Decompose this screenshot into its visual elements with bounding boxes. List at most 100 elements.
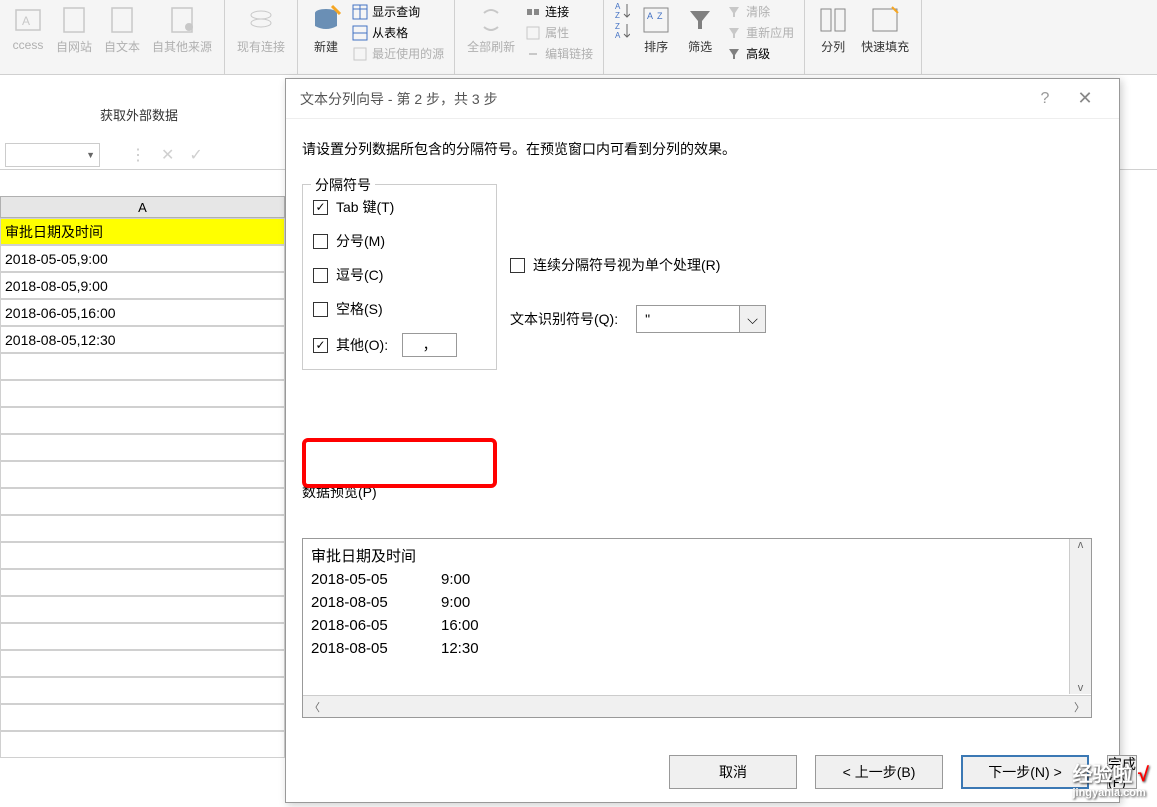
svg-text:Z: Z [657, 11, 663, 21]
space-checkbox-row[interactable]: 空格(S) [313, 299, 486, 319]
access-icon: A [12, 4, 44, 36]
edit-links-button[interactable]: 编辑链接 [523, 44, 595, 63]
next-button[interactable]: 下一步(N) > [961, 755, 1089, 789]
cell[interactable] [0, 569, 285, 596]
vertical-scrollbar[interactable]: ʌ v [1069, 539, 1091, 694]
cell[interactable] [0, 596, 285, 623]
cancel-button[interactable]: 取消 [669, 755, 797, 789]
spreadsheet: A 审批日期及时间 2018-05-05,9:00 2018-08-05,9:0… [0, 196, 285, 758]
reapply-button[interactable]: 重新应用 [724, 23, 796, 42]
links-icon [525, 46, 541, 62]
filter-button[interactable]: 筛选 [680, 2, 720, 63]
label: Tab 键(T) [336, 197, 394, 217]
cell[interactable] [0, 542, 285, 569]
ribbon-group-refresh: 全部刷新 连接 属性 编辑链接 [455, 0, 604, 74]
filter-icon [684, 4, 716, 36]
other-sources-button[interactable]: 自其他来源 [148, 2, 216, 57]
cell[interactable]: 2018-06-05,16:00 [0, 299, 285, 326]
other-delimiter-input[interactable] [402, 333, 457, 357]
confirm-formula-icon[interactable]: ✓ [189, 145, 202, 165]
from-web-button[interactable]: 自网站 [52, 2, 96, 57]
sort-az-button[interactable]: AZ [612, 2, 632, 20]
preview-row: 2018-06-0516:00 [311, 614, 1083, 637]
ribbon-group-sort: AZ ZA AZ 排序 筛选 清除 重新应用 高级 [604, 0, 805, 74]
label: 高级 [746, 45, 770, 62]
cell[interactable] [0, 380, 285, 407]
connections-button[interactable]: 连接 [523, 2, 595, 21]
ribbon-group-query: 新建 显示查询 从表格 最近使用的源 [298, 0, 455, 74]
preview-cell: 9:00 [441, 568, 470, 591]
svg-text:Z: Z [615, 22, 620, 31]
preview-cell: 2018-08-05 [311, 591, 441, 614]
label: 属性 [545, 24, 569, 41]
label: 自其他来源 [152, 38, 212, 55]
semicolon-checkbox-row[interactable]: 分号(M) [313, 231, 486, 251]
cell[interactable] [0, 434, 285, 461]
text-qualifier-select[interactable]: " ⌵ [636, 305, 766, 333]
preview-cell: 2018-08-05 [311, 637, 441, 660]
cell[interactable] [0, 704, 285, 731]
sort-za-button[interactable]: ZA [612, 22, 632, 40]
cell[interactable]: 2018-08-05,9:00 [0, 272, 285, 299]
refresh-all-button[interactable]: 全部刷新 [463, 2, 519, 63]
help-button[interactable]: ? [1025, 90, 1065, 108]
text-to-columns-button[interactable]: 分列 [813, 2, 853, 57]
cell[interactable]: 2018-05-05,9:00 [0, 245, 285, 272]
cell-header[interactable]: 审批日期及时间 [0, 218, 285, 245]
close-button[interactable]: ✕ [1065, 88, 1105, 109]
cell[interactable] [0, 731, 285, 758]
scroll-left-icon: 〈 [309, 699, 320, 715]
check-icon: √ [1138, 764, 1149, 786]
sort-button[interactable]: AZ 排序 [636, 2, 676, 63]
consecutive-checkbox-row[interactable]: 连续分隔符号视为单个处理(R) [510, 255, 766, 275]
dialog-title: 文本分列向导 - 第 2 步，共 3 步 [300, 89, 1025, 109]
clear-icon [726, 4, 742, 20]
preview-header-row: 审批日期及时间 [311, 545, 1083, 568]
new-query-button[interactable]: 新建 [306, 2, 346, 63]
name-box[interactable]: ▼ [5, 143, 100, 167]
grid-icon [352, 4, 368, 20]
flash-fill-button[interactable]: 快速填充 [857, 2, 913, 57]
checkbox-icon: ✓ [313, 200, 328, 215]
sort-za-icon: ZA [614, 23, 630, 39]
from-text-button[interactable]: 自文本 [100, 2, 144, 57]
cell[interactable] [0, 353, 285, 380]
checkbox-icon [510, 258, 525, 273]
properties-button[interactable]: 属性 [523, 23, 595, 42]
chevron-down-icon: ▼ [86, 150, 95, 160]
back-button[interactable]: < 上一步(B) [815, 755, 943, 789]
cell[interactable]: 2018-08-05,12:30 [0, 326, 285, 353]
from-access-button[interactable]: A ccess [8, 2, 48, 57]
cancel-formula-icon[interactable]: ✕ [161, 145, 174, 165]
ribbon-section-label: 获取外部数据 [100, 105, 178, 124]
cell[interactable] [0, 488, 285, 515]
show-query-button[interactable]: 显示查询 [350, 2, 446, 21]
tab-checkbox-row[interactable]: ✓ Tab 键(T) [313, 197, 486, 217]
ribbon-group-external: A ccess 自网站 自文本 自其他来源 [0, 0, 225, 74]
text-to-columns-icon [817, 4, 849, 36]
preview-cell: 12:30 [441, 637, 479, 660]
other-checkbox-row[interactable]: ✓ 其他(O): [313, 333, 486, 357]
props-icon [525, 25, 541, 41]
cell[interactable] [0, 515, 285, 542]
fieldset-label: 分隔符号 [311, 175, 375, 195]
clear-button[interactable]: 清除 [724, 2, 796, 21]
web-icon [58, 4, 90, 36]
label: 自文本 [104, 38, 140, 55]
column-header-a[interactable]: A [0, 196, 285, 218]
from-table-button[interactable]: 从表格 [350, 23, 446, 42]
label: 连续分隔符号视为单个处理(R) [533, 255, 720, 275]
cell[interactable] [0, 677, 285, 704]
cell[interactable] [0, 407, 285, 434]
comma-checkbox-row[interactable]: 逗号(C) [313, 265, 486, 285]
horizontal-scrollbar[interactable]: 〈 〉 [303, 695, 1091, 717]
cell[interactable] [0, 650, 285, 677]
scroll-down-icon: v [1078, 682, 1084, 694]
label: 连接 [545, 3, 569, 20]
cell[interactable] [0, 623, 285, 650]
cell[interactable] [0, 461, 285, 488]
existing-conn-button[interactable]: 现有连接 [233, 2, 289, 57]
flash-fill-icon [869, 4, 901, 36]
recent-sources-button[interactable]: 最近使用的源 [350, 44, 446, 63]
advanced-button[interactable]: 高级 [724, 44, 796, 63]
